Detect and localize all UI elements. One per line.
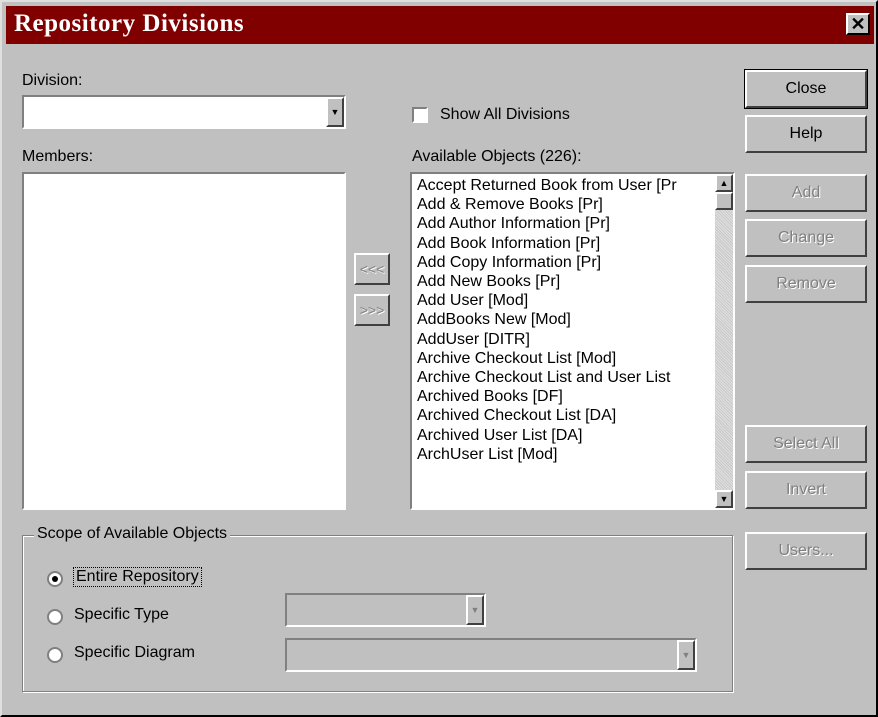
move-to-available-button[interactable]: >>>	[354, 294, 390, 326]
specific-type-radio[interactable]	[47, 609, 63, 625]
move-to-members-button[interactable]: <<<	[354, 253, 390, 285]
division-label: Division:	[22, 72, 83, 89]
users-button[interactable]: Users...	[745, 532, 867, 570]
members-list[interactable]	[22, 172, 346, 510]
available-objects-label: Available Objects (226):	[412, 148, 582, 165]
list-item[interactable]: Add User [Mod]	[417, 291, 715, 310]
specific-diagram-dropdown[interactable]: ▼	[285, 638, 697, 672]
available-objects-scrollbar[interactable]: ▲ ▼	[715, 174, 733, 508]
remove-button[interactable]: Remove	[745, 265, 867, 303]
scope-title: Scope of Available Objects	[34, 525, 231, 543]
list-item[interactable]: Add Copy Information [Pr]	[417, 253, 715, 272]
list-item[interactable]: Add New Books [Pr]	[417, 272, 715, 291]
show-all-divisions-label: Show All Divisions	[440, 106, 570, 123]
list-item[interactable]: ArchUser List [Mod]	[417, 445, 715, 464]
list-item[interactable]: Archive Checkout List and User List	[417, 368, 715, 387]
list-item[interactable]: Archived Checkout List [DA]	[417, 406, 715, 425]
list-item[interactable]: Archive Checkout List [Mod]	[417, 349, 715, 368]
scroll-up-icon[interactable]: ▲	[715, 174, 733, 192]
scroll-thumb[interactable]	[715, 192, 733, 210]
specific-diagram-label: Specific Diagram	[74, 644, 195, 661]
list-item[interactable]: Add & Remove Books [Pr]	[417, 195, 715, 214]
available-objects-items: Accept Returned Book from User [Pr Add & …	[412, 174, 715, 508]
add-button[interactable]: Add	[745, 174, 867, 212]
list-item[interactable]: Archived User List [DA]	[417, 426, 715, 445]
list-item[interactable]: AddBooks New [Mod]	[417, 310, 715, 329]
list-item[interactable]: AddUser [DITR]	[417, 330, 715, 349]
specific-diagram-arrow-icon[interactable]: ▼	[677, 640, 695, 670]
specific-type-arrow-icon[interactable]: ▼	[466, 595, 484, 625]
select-all-button[interactable]: Select All	[745, 425, 867, 463]
close-icon[interactable]: ✕	[846, 13, 870, 35]
show-all-divisions-checkbox[interactable]	[412, 107, 428, 123]
division-dropdown-arrow-icon[interactable]: ▼	[326, 97, 344, 127]
help-button[interactable]: Help	[745, 115, 867, 153]
close-button[interactable]: Close	[744, 69, 868, 109]
change-button[interactable]: Change	[745, 219, 867, 257]
title-bar[interactable]: Repository Divisions ✕	[6, 6, 874, 44]
entire-repository-radio[interactable]	[47, 571, 63, 587]
invert-button[interactable]: Invert	[745, 471, 867, 509]
list-item[interactable]: Archived Books [DF]	[417, 387, 715, 406]
available-objects-list[interactable]: Accept Returned Book from User [Pr Add & …	[410, 172, 735, 510]
specific-diagram-radio[interactable]	[47, 647, 63, 663]
list-item[interactable]: Add Book Information [Pr]	[417, 234, 715, 253]
radio-selected-dot	[52, 576, 58, 582]
division-dropdown[interactable]: ▼	[22, 95, 346, 129]
window-title: Repository Divisions	[14, 10, 245, 37]
specific-type-dropdown[interactable]: ▼	[285, 593, 486, 627]
specific-type-label: Specific Type	[74, 606, 169, 623]
list-item[interactable]: Add Author Information [Pr]	[417, 214, 715, 233]
scroll-down-icon[interactable]: ▼	[715, 490, 733, 508]
entire-repository-label: Entire Repository	[73, 567, 202, 587]
list-item[interactable]: Accept Returned Book from User [Pr	[417, 176, 715, 195]
members-label: Members:	[22, 148, 94, 165]
